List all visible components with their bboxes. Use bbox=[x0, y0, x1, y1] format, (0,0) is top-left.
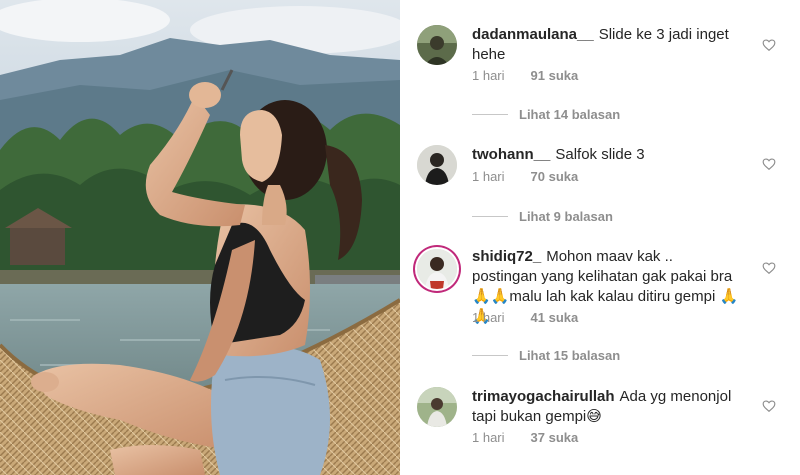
heart-outline-icon[interactable] bbox=[762, 399, 776, 413]
avatar-icon bbox=[417, 387, 457, 427]
heart-outline-icon[interactable] bbox=[762, 38, 776, 52]
comment-time[interactable]: 1 hari bbox=[472, 430, 505, 445]
avatar[interactable] bbox=[417, 249, 457, 289]
comment-username[interactable]: trimayogachairullah bbox=[472, 388, 615, 405]
avatar[interactable] bbox=[417, 145, 457, 185]
avatar-icon bbox=[417, 25, 457, 65]
replies-divider bbox=[472, 114, 508, 115]
view-replies-button[interactable]: Lihat 9 balasan bbox=[472, 209, 613, 224]
comment-username[interactable]: shidiq72_ bbox=[472, 248, 541, 265]
comment-username[interactable]: twohann__ bbox=[472, 146, 550, 163]
comment-text-block: twohann__ Salfok slide 3 bbox=[472, 145, 742, 165]
comment-likes[interactable]: 91 suka bbox=[531, 68, 579, 83]
avatar-icon bbox=[417, 145, 457, 185]
comment-username[interactable]: dadanmaulana__ bbox=[472, 26, 594, 43]
comment-likes[interactable]: 41 suka bbox=[531, 310, 579, 325]
view-replies-label: Lihat 14 balasan bbox=[519, 107, 621, 122]
comments-panel: dadanmaulana__ Slide ke 3 jadi inget hehe… bbox=[400, 0, 800, 475]
replies-divider bbox=[472, 216, 508, 217]
comment-time[interactable]: 1 hari bbox=[472, 310, 505, 325]
comment-meta: 1 hari 37 suka bbox=[472, 430, 578, 445]
heart-outline-icon[interactable] bbox=[762, 157, 776, 171]
view-replies-label: Lihat 15 balasan bbox=[519, 348, 621, 363]
view-replies-label: Lihat 9 balasan bbox=[519, 209, 613, 224]
view-replies-button[interactable]: Lihat 15 balasan bbox=[472, 348, 620, 363]
post-photo bbox=[0, 0, 400, 475]
comment-time[interactable]: 1 hari bbox=[472, 68, 505, 83]
comment-meta: 1 hari 70 suka bbox=[472, 169, 578, 184]
comment-text-block: trimayogachairullah Ada yg menonjol tapi … bbox=[472, 387, 742, 427]
comment-time[interactable]: 1 hari bbox=[472, 169, 505, 184]
comment-body: Salfok slide 3 bbox=[555, 146, 645, 163]
photo-illustration bbox=[0, 0, 400, 475]
avatar[interactable] bbox=[417, 387, 457, 427]
avatar-icon bbox=[417, 249, 457, 289]
heart-outline-icon[interactable] bbox=[762, 261, 776, 275]
comment-meta: 1 hari 41 suka bbox=[472, 310, 578, 325]
replies-divider bbox=[472, 355, 508, 356]
view-replies-button[interactable]: Lihat 14 balasan bbox=[472, 107, 620, 122]
comment-meta: 1 hari 91 suka bbox=[472, 68, 578, 83]
comment-likes[interactable]: 37 suka bbox=[531, 430, 579, 445]
avatar[interactable] bbox=[417, 25, 457, 65]
comment-likes[interactable]: 70 suka bbox=[531, 169, 579, 184]
comment-text-block: dadanmaulana__ Slide ke 3 jadi inget hehe bbox=[472, 25, 742, 65]
